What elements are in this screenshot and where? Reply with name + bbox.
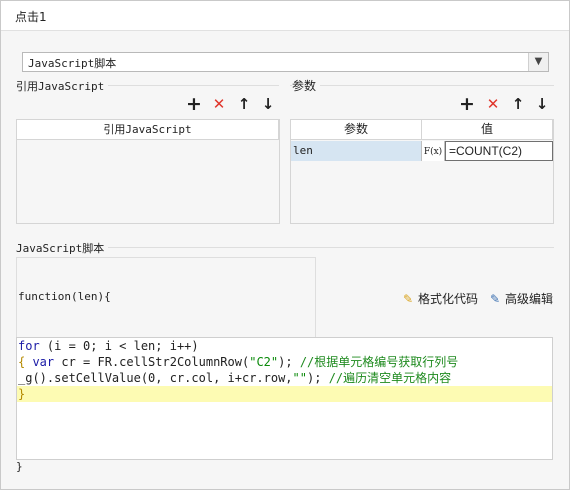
param-move-down-button[interactable]: ↓ [533, 95, 551, 113]
code-line-4: } [17, 386, 552, 402]
param-delete-button[interactable]: ✕ [484, 95, 502, 113]
plus-icon: + [186, 93, 202, 115]
code-keyword: for [18, 339, 40, 353]
ref-delete-button[interactable]: ✕ [210, 95, 228, 113]
plus-icon: + [459, 93, 475, 115]
function-header-box: function(len){ [16, 257, 316, 337]
code-line-2: { var cr = FR.cellStr2ColumnRow("C2"); /… [17, 354, 552, 370]
params-column-header-value: 值 [422, 120, 553, 140]
params-section-label: 参数 [292, 77, 321, 94]
code-line-1: for (i = 0; i < len; i++) [17, 338, 552, 354]
code-comment: //根据单元格编号获取行列号 [299, 355, 459, 369]
code-string: "" [292, 371, 307, 385]
fx-button[interactable]: F(x) [422, 141, 445, 161]
ref-section-label: 引用JavaScript [16, 78, 109, 94]
code-editor[interactable]: for (i = 0; i < len; i++) { var cr = FR.… [16, 337, 553, 460]
type-select-value: JavaScript脚本 [28, 57, 117, 70]
arrow-up-icon: ↑ [237, 95, 251, 113]
code-brace: } [18, 387, 26, 401]
x-icon: ✕ [486, 95, 500, 113]
code-text: cr = FR.cellStr2ColumnRow( [54, 355, 250, 369]
param-value-field[interactable]: =COUNT(C2) [445, 141, 553, 161]
params-column-header-name: 参数 [291, 120, 422, 140]
chevron-down-icon[interactable]: ▼ [528, 53, 548, 71]
ref-move-down-button[interactable]: ↓ [259, 95, 277, 113]
title-bar: 点击1 [1, 1, 569, 31]
param-value-text: =COUNT(C2) [449, 144, 523, 158]
format-code-button[interactable]: ✎ 格式化代码 [400, 290, 478, 307]
code-keyword: var [25, 355, 55, 369]
script-section-label: JavaScript脚本 [16, 240, 109, 256]
advanced-edit-button[interactable]: ✎ 高级编辑 [487, 290, 553, 307]
params-table: 参数 值 len F(x) =COUNT(C2) [290, 119, 554, 224]
params-divider [290, 85, 554, 86]
ref-move-up-button[interactable]: ↑ [235, 95, 253, 113]
ref-column-header-label: 引用JavaScript [103, 123, 192, 136]
function-close: } [16, 460, 23, 473]
type-select[interactable]: JavaScript脚本 ▼ [22, 52, 549, 72]
params-column-header-name-label: 参数 [343, 122, 368, 136]
window-title: 点击1 [15, 10, 47, 24]
broom-icon: ✎ [402, 292, 414, 306]
param-add-button[interactable]: + [458, 93, 476, 115]
x-icon: ✕ [212, 95, 226, 113]
arrow-down-icon: ↓ [261, 95, 275, 113]
arrow-down-icon: ↓ [535, 95, 549, 113]
edit-icon: ✎ [489, 292, 501, 306]
ref-table: 引用JavaScript [16, 119, 280, 224]
arrow-up-icon: ↑ [511, 95, 525, 113]
function-header: function(len){ [18, 290, 111, 303]
param-name-text: len [293, 144, 313, 157]
params-column-header-value-label: 值 [480, 122, 493, 136]
advanced-edit-label: 高级编辑 [505, 292, 554, 306]
param-move-up-button[interactable]: ↑ [509, 95, 527, 113]
code-text: ); [278, 355, 300, 369]
code-text: ); [307, 371, 329, 385]
code-string: "C2" [249, 355, 279, 369]
param-name-cell[interactable]: len [291, 141, 422, 161]
ref-column-header: 引用JavaScript [17, 120, 279, 140]
code-line-3: _g().setCellValue(0, cr.col, i+cr.row,""… [17, 370, 552, 386]
code-text: (i = 0; i < len; i++) [39, 339, 199, 353]
fx-icon: F(x) [423, 147, 443, 157]
code-comment: //遍历清空单元格内容 [328, 371, 452, 385]
ref-add-button[interactable]: + [185, 93, 203, 115]
format-code-label: 格式化代码 [418, 292, 479, 306]
code-text: _g().setCellValue(0, cr.col, i+cr.row, [18, 371, 293, 385]
